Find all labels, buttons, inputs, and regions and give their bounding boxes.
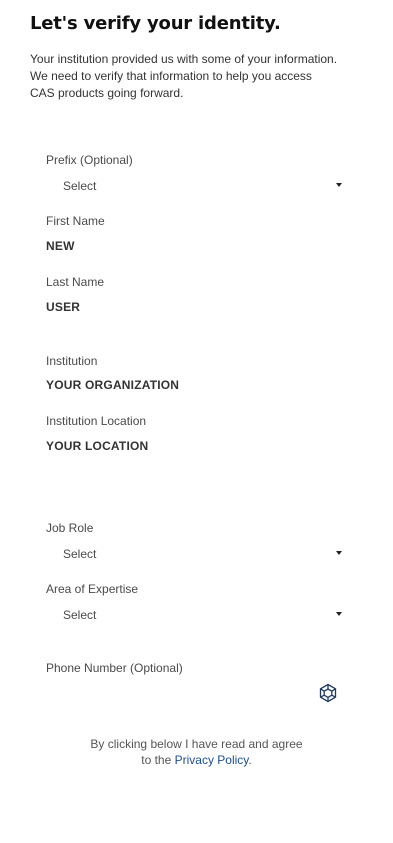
job-role-label: Job Role bbox=[46, 521, 94, 535]
institution-location-label: Institution Location bbox=[46, 414, 147, 428]
intro-line: CAS products going forward. bbox=[30, 86, 184, 100]
prefix-select-value: Select bbox=[63, 179, 97, 193]
intro-text: Your institution provided us with some o… bbox=[30, 51, 365, 102]
agreement-prefix: to the bbox=[141, 753, 175, 767]
area-of-expertise-select[interactable]: Select bbox=[46, 604, 346, 626]
prefix-label: Prefix (Optional) bbox=[46, 153, 133, 167]
job-role-select-value: Select bbox=[63, 547, 97, 561]
area-of-expertise-label: Area of Expertise bbox=[46, 582, 139, 596]
last-name-label: Last Name bbox=[46, 275, 105, 289]
institution-location-value: YOUR LOCATION bbox=[46, 439, 149, 453]
phone-number-label: Phone Number (Optional) bbox=[46, 661, 183, 675]
agreement-line-2: to the Privacy Policy. bbox=[0, 752, 393, 768]
agreement-text: By clicking below I have read and agree … bbox=[0, 736, 393, 768]
intro-line: Your institution provided us with some o… bbox=[30, 52, 338, 66]
agreement-line-1: By clicking below I have read and agree bbox=[90, 737, 303, 751]
institution-value: YOUR ORGANIZATION bbox=[46, 378, 180, 392]
chevron-down-icon bbox=[336, 612, 342, 616]
chevron-down-icon bbox=[336, 551, 342, 555]
job-role-select[interactable]: Select bbox=[46, 543, 346, 565]
page-title: Let's verify your identity. bbox=[30, 13, 281, 34]
agreement-suffix: . bbox=[248, 753, 252, 767]
cube-icon[interactable] bbox=[318, 683, 338, 703]
intro-line: We need to verify that information to he… bbox=[30, 69, 312, 83]
prefix-select[interactable]: Select bbox=[46, 175, 346, 197]
first-name-label: First Name bbox=[46, 214, 105, 228]
privacy-policy-link[interactable]: Privacy Policy bbox=[175, 753, 249, 767]
first-name-value: NEW bbox=[46, 239, 75, 253]
area-of-expertise-select-value: Select bbox=[63, 608, 97, 622]
last-name-value: USER bbox=[46, 300, 81, 314]
institution-label: Institution bbox=[46, 354, 98, 368]
chevron-down-icon bbox=[336, 183, 342, 187]
